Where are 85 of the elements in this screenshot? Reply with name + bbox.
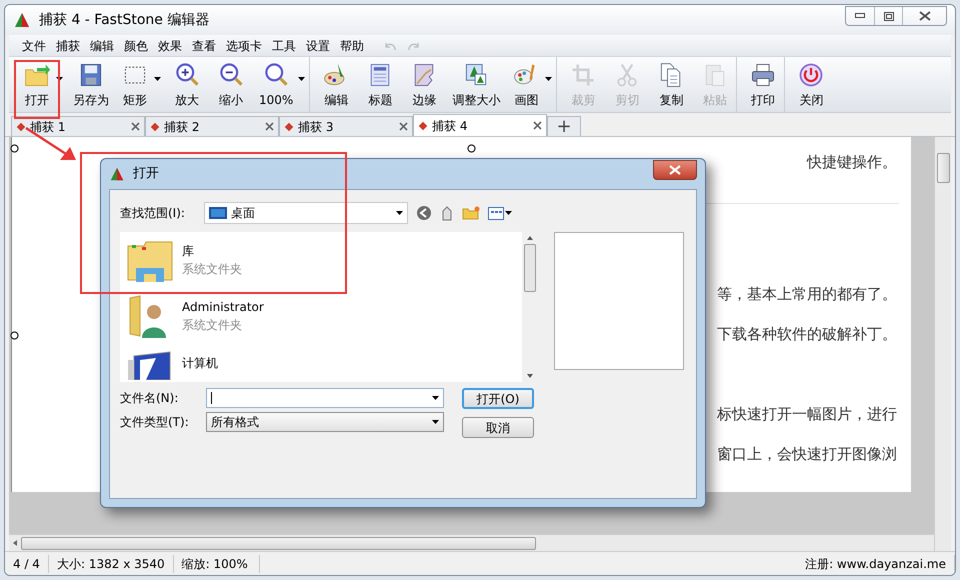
file-list-item[interactable]: 库 系统文件夹	[126, 238, 522, 288]
scroll-thumb[interactable]	[524, 244, 536, 292]
menu-item[interactable]: 选项卡	[221, 36, 267, 54]
menu-item[interactable]: 文件	[17, 36, 51, 54]
dialog-button[interactable]: 取消	[462, 417, 534, 438]
window-title: 捕获 4 - FastStone 编辑器	[39, 10, 210, 30]
menu-item[interactable]: 颜色	[119, 36, 153, 54]
status-text: 注册: www.dayanzai.me	[797, 554, 955, 572]
status-text: 大小: 1382 x 3540	[49, 554, 174, 572]
new-tab-button[interactable]: +	[547, 116, 581, 136]
menu-item[interactable]: 工具	[267, 36, 301, 54]
vertical-scrollbar[interactable]	[934, 137, 951, 551]
back-icon[interactable]	[416, 205, 432, 221]
look-in-dropdown[interactable]: 桌面	[204, 202, 408, 224]
new-folder-icon[interactable]	[462, 206, 480, 220]
file-list-item[interactable]: Administrator 系统文件夹	[126, 294, 522, 344]
file-type-label: 文件类型(T):	[120, 414, 190, 431]
toolbar-button[interactable]: 调整大小	[446, 57, 506, 112]
dropdown-arrow-icon	[505, 211, 512, 215]
scroll-down-arrow-icon[interactable]	[527, 374, 533, 378]
tab[interactable]: 捕获 2	[145, 116, 279, 136]
toolbar-button[interactable]: 另存为	[67, 57, 115, 112]
text-line: 标快速打开一幅图片，进行	[717, 404, 897, 425]
file-type-dropdown[interactable]: 所有格式	[206, 412, 444, 432]
minimize-icon	[855, 13, 865, 19]
scroll-up-arrow-icon[interactable]	[527, 236, 533, 240]
toolbar-button[interactable]: 100%	[253, 57, 310, 112]
file-list-item[interactable]: 计算机	[126, 350, 522, 380]
toolbar-button[interactable]: 关闭	[789, 57, 834, 112]
power-icon	[797, 60, 826, 88]
tab[interactable]: 捕获 4	[413, 114, 547, 136]
menu-item[interactable]: 效果	[153, 36, 187, 54]
close-icon[interactable]	[265, 122, 274, 131]
view-menu-button[interactable]	[488, 206, 512, 220]
close-icon[interactable]	[533, 121, 542, 130]
tab[interactable]: 捕获 3	[279, 116, 413, 136]
scroll-thumb[interactable]	[21, 536, 536, 550]
dropdown-arrow-icon[interactable]	[432, 420, 439, 424]
close-icon	[918, 11, 930, 21]
app-logo-icon	[13, 11, 31, 29]
toolbar-button[interactable]: 编辑	[314, 57, 358, 112]
highlight-frame	[14, 60, 60, 119]
toolbar-button[interactable]: 打开	[17, 57, 67, 112]
look-in-label: 查找范围(I):	[120, 205, 186, 222]
file-name-label: 文件名(N):	[120, 390, 180, 407]
toolbar-button[interactable]: 标题	[358, 57, 402, 112]
dialog-title: 打开	[133, 165, 159, 184]
dropdown-arrow-icon	[545, 77, 552, 81]
menu-item[interactable]: 帮助	[335, 36, 369, 54]
file-name-field[interactable]	[206, 388, 444, 408]
dropdown-arrow-icon	[154, 77, 161, 81]
horizontal-scrollbar[interactable]	[9, 534, 934, 551]
selection-handle	[467, 144, 476, 153]
close-icon[interactable]	[399, 122, 408, 131]
toolbar-button[interactable]: 矩形	[115, 57, 165, 112]
dropdown-arrow-icon	[298, 77, 306, 81]
menu-item[interactable]: 设置	[301, 36, 335, 54]
toolbar-button[interactable]: 打印	[741, 57, 786, 112]
dialog-button[interactable]: 打开(O)	[462, 388, 534, 409]
maximize-icon	[884, 12, 894, 20]
status-text: 4 / 4	[5, 554, 49, 572]
menu-item[interactable]: 捕获	[51, 36, 85, 54]
toolbar-button[interactable]: 缩小	[209, 57, 253, 112]
scroll-thumb[interactable]	[936, 153, 950, 183]
dropdown-arrow-icon	[56, 77, 63, 81]
scroll-left-arrow-icon[interactable]	[13, 540, 17, 546]
close-icon[interactable]	[131, 122, 140, 131]
dropdown-arrow-icon	[396, 211, 403, 215]
text-line: 下载各种软件的破解补丁。	[717, 324, 897, 345]
text-line: 快捷键操作。	[807, 152, 897, 173]
desktop-icon	[209, 207, 227, 219]
toolbar-button[interactable]: 复制	[649, 57, 694, 112]
status-text: 缩放: 100%	[174, 554, 260, 572]
text-line: 窗口上，会快速打开图像浏	[717, 444, 897, 465]
toolbar-button[interactable]: 画图	[506, 57, 558, 112]
app-logo-icon	[109, 166, 125, 182]
toolbar-button[interactable]: 边缘	[402, 57, 446, 112]
dropdown-arrow-icon[interactable]	[432, 396, 439, 400]
toolbar-button[interactable]: 放大	[165, 57, 209, 112]
close-button[interactable]	[653, 160, 697, 180]
close-icon	[669, 165, 681, 175]
up-folder-icon[interactable]	[440, 205, 454, 221]
menu-item[interactable]: 编辑	[85, 36, 119, 54]
menu-item[interactable]: 查看	[187, 36, 221, 54]
text-line: 等，基本上常用的都有了。	[717, 284, 897, 305]
